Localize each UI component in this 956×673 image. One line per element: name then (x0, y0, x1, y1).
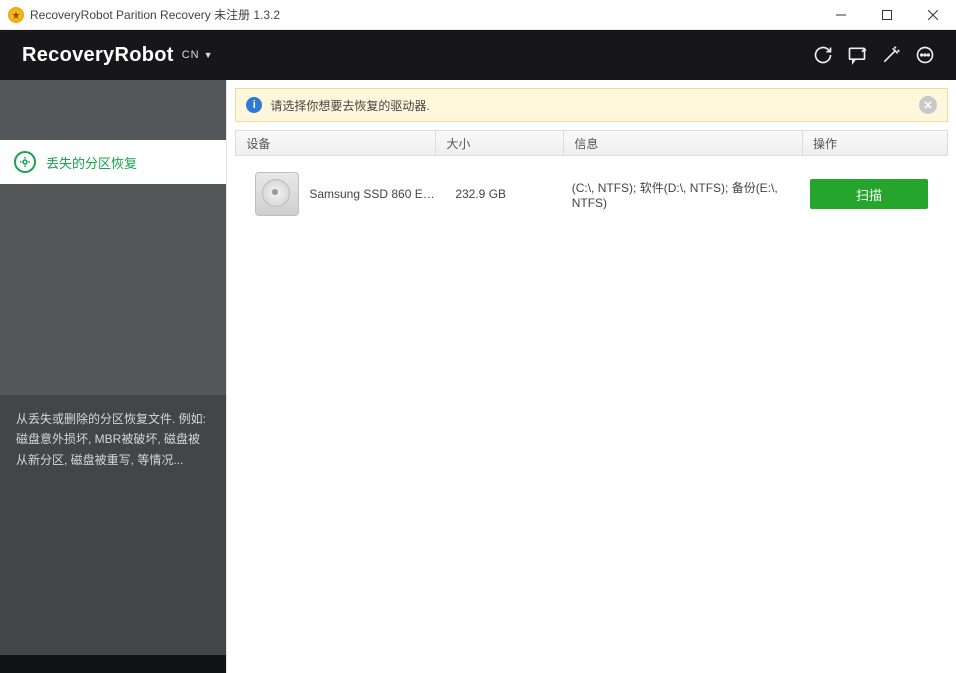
notice-close-icon[interactable] (919, 96, 937, 114)
col-header-info[interactable]: 信息 (564, 131, 803, 155)
feedback-icon[interactable] (840, 38, 874, 72)
scan-button[interactable]: 扫描 (810, 179, 928, 209)
maximize-button[interactable] (864, 0, 910, 30)
col-header-action[interactable]: 操作 (803, 131, 947, 155)
sidebar-item-lost-partition[interactable]: 丢失的分区恢复 (0, 140, 226, 184)
sidebar: 丢失的分区恢复 从丢失或删除的分区恢复文件. 例如: 磁盘意外损坏, MBR被破… (0, 80, 226, 673)
hdd-icon (255, 172, 299, 216)
notice-text: 请选择你想要去恢复的驱动器. (270, 97, 429, 114)
chevron-down-icon: ▼ (204, 50, 214, 60)
close-button[interactable] (910, 0, 956, 30)
body: 丢失的分区恢复 从丢失或删除的分区恢复文件. 例如: 磁盘意外损坏, MBR被破… (0, 80, 956, 673)
main-panel: i 请选择你想要去恢复的驱动器. 设备 大小 信息 操作 Samsung SSD… (226, 80, 956, 673)
sidebar-item-label: 丢失的分区恢复 (46, 153, 137, 172)
info-icon: i (246, 97, 262, 113)
plug-icon[interactable] (874, 38, 908, 72)
col-header-device[interactable]: 设备 (236, 131, 436, 155)
col-header-size[interactable]: 大小 (436, 131, 564, 155)
device-info: (C:\, NTFS); 软件(D:\, NTFS); 备份(E:\, NTFS… (562, 179, 800, 210)
device-name: Samsung SSD 860 EVO... (309, 187, 435, 201)
minimize-button[interactable] (818, 0, 864, 30)
sidebar-description: 从丢失或删除的分区恢复文件. 例如: 磁盘意外损坏, MBR被破坏, 磁盘被从新… (0, 395, 226, 655)
more-icon[interactable] (908, 38, 942, 72)
target-icon (14, 151, 36, 173)
refresh-icon[interactable] (806, 38, 840, 72)
app-header: RecoveryRobot CN ▼ (0, 30, 956, 80)
device-size: 232.9 GB (445, 187, 561, 201)
table-row[interactable]: Samsung SSD 860 EVO... 232.9 GB (C:\, NT… (235, 156, 948, 232)
table-header: 设备 大小 信息 操作 (235, 130, 948, 156)
language-selector[interactable]: CN ▼ (182, 49, 214, 61)
window-title: RecoveryRobot Parition Recovery 未注册 1.3.… (30, 6, 280, 23)
app-icon (8, 7, 24, 23)
language-label: CN (182, 49, 200, 61)
titlebar: RecoveryRobot Parition Recovery 未注册 1.3.… (0, 0, 956, 30)
brand-label: RecoveryRobot (22, 44, 174, 67)
notice-bar: i 请选择你想要去恢复的驱动器. (235, 88, 948, 122)
